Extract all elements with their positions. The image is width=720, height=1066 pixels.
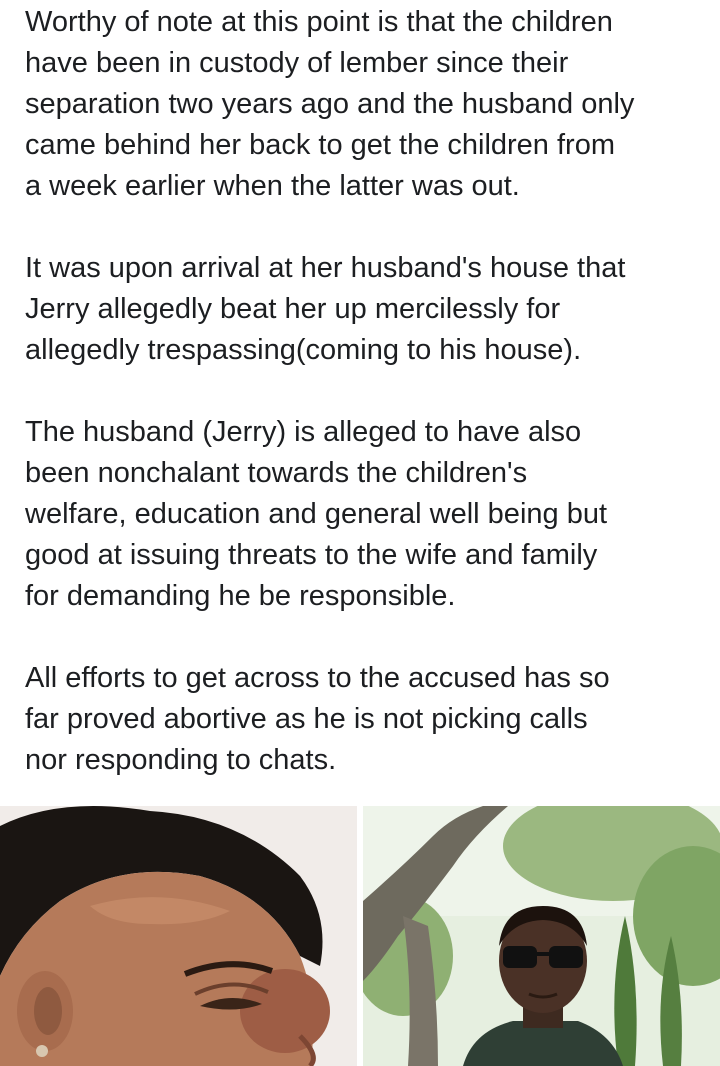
post-text: Worthy of note at this point is that the… [25, 2, 705, 822]
woman-photo-image [0, 806, 357, 1066]
text-line: Worthy of note at this point is that the… [25, 6, 613, 38]
post: Worthy of note at this point is that the… [0, 0, 720, 1066]
photo-man[interactable] [363, 806, 720, 1066]
text-line: Jerry allegedly beat her up mercilessly … [25, 293, 561, 325]
paragraph-3: The husband (Jerry) is alleged to have a… [25, 412, 705, 617]
man-photo-image [363, 806, 720, 1066]
photo-woman[interactable] [0, 806, 357, 1066]
text-line: for demanding he be responsible. [25, 580, 456, 612]
text-line: welfare, education and general well bein… [25, 498, 608, 530]
text-line: nor responding to chats. [25, 744, 337, 776]
text-line: It was upon arrival at her husband's hou… [25, 252, 626, 284]
text-line: The husband (Jerry) is alleged to have a… [25, 416, 582, 448]
text-line: separation two years ago and the husband… [25, 88, 635, 120]
text-line: allegedly trespassing(coming to his hous… [25, 334, 582, 366]
text-line: good at issuing threats to the wife and … [25, 539, 598, 571]
paragraph-1: Worthy of note at this point is that the… [25, 2, 705, 207]
text-line: been nonchalant towards the children's [25, 457, 528, 489]
paragraph-4: All efforts to get across to the accused… [25, 658, 705, 781]
paragraph-2: It was upon arrival at her husband's hou… [25, 248, 705, 371]
photo-grid [0, 806, 720, 1066]
text-line: a week earlier when the latter was out. [25, 170, 520, 202]
text-line: All efforts to get across to the accused… [25, 662, 610, 694]
text-line: far proved abortive as he is not picking… [25, 703, 588, 735]
text-line: have been in custody of lember since the… [25, 47, 569, 79]
text-line: came behind her back to get the children… [25, 129, 615, 161]
